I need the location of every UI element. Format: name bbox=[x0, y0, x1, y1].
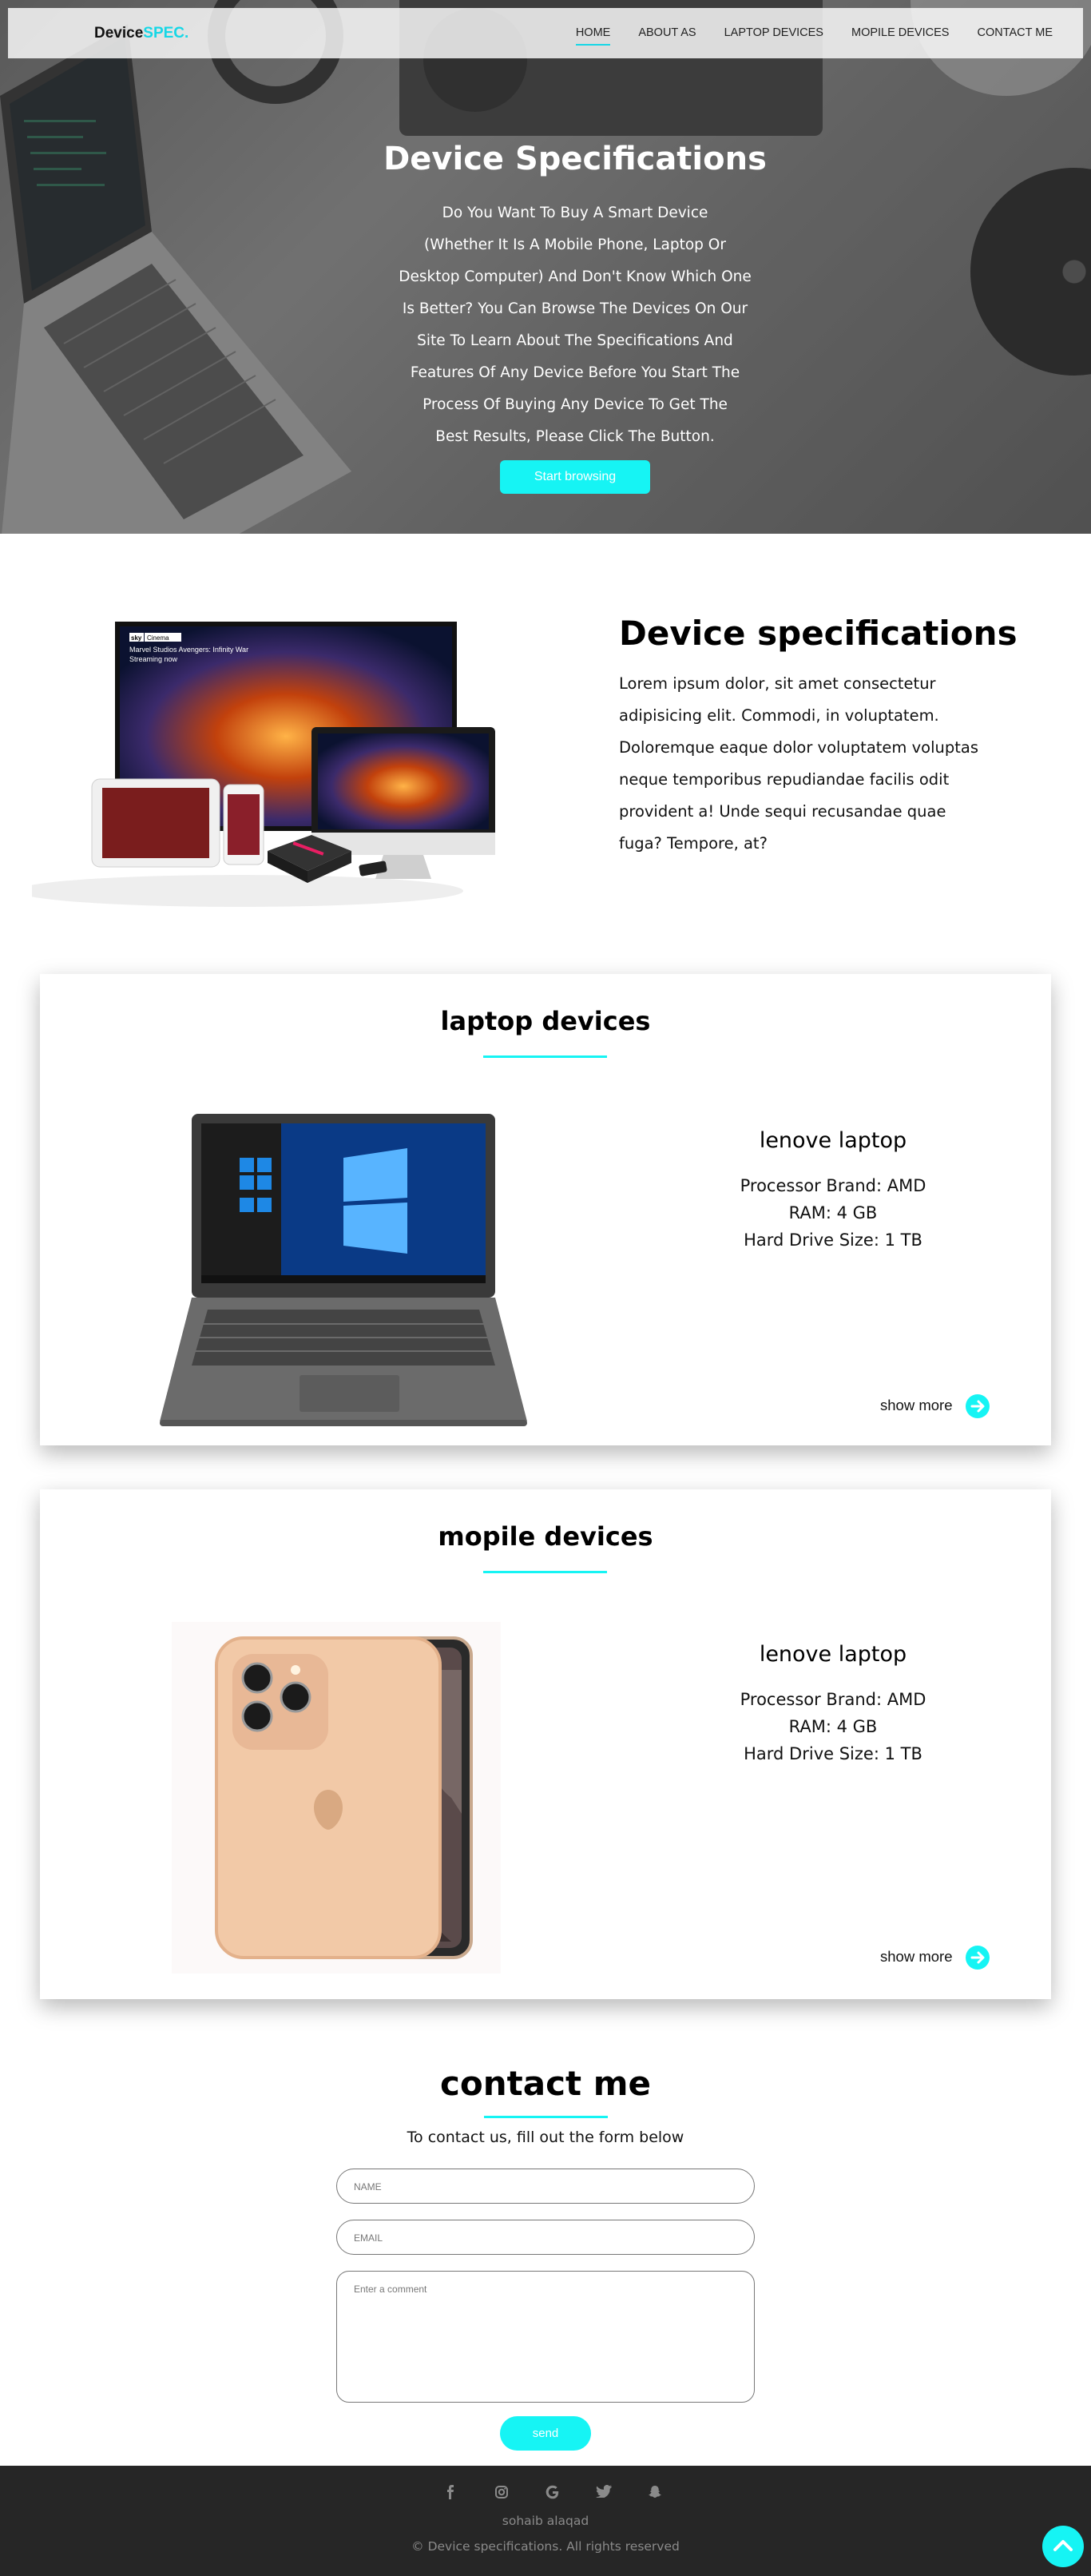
instagram-icon[interactable] bbox=[476, 2485, 527, 2503]
navbar: DeviceSPEC. HOME ABOUT AS LAPTOP DEVICES… bbox=[8, 8, 1083, 58]
mobile-title-underline bbox=[483, 1571, 607, 1573]
contact-title-underline bbox=[484, 2116, 608, 2118]
google-icon[interactable] bbox=[527, 2485, 578, 2503]
footer-copyright: © Device specifications. All rights rese… bbox=[411, 2539, 680, 2554]
image-caption-tag: Cinema bbox=[147, 634, 169, 642]
hero-title: Device Specifications bbox=[383, 141, 767, 177]
nav-contact[interactable]: CONTACT ME bbox=[977, 26, 1053, 46]
send-button[interactable]: send bbox=[500, 2416, 591, 2451]
hero-description: Do You Want To Buy A Smart Device (Wheth… bbox=[399, 205, 752, 445]
laptop-spec-processor: Processor Brand: AMD bbox=[740, 1176, 926, 1195]
comment-textarea[interactable]: Enter a comment bbox=[336, 2271, 755, 2403]
laptop-devices-card: laptop devices lenove laptop Processor B… bbox=[40, 974, 1051, 1445]
scroll-to-top-button[interactable] bbox=[1042, 2526, 1084, 2567]
mobile-device-name: lenove laptop bbox=[759, 1642, 907, 1667]
phone-image bbox=[172, 1622, 501, 1974]
mobile-spec-processor: Processor Brand: AMD bbox=[740, 1690, 926, 1709]
chevron-up-icon bbox=[1053, 2540, 1073, 2551]
image-caption-brand: sky bbox=[131, 634, 142, 642]
mobile-show-more-link[interactable]: show more bbox=[880, 1948, 952, 1966]
social-links bbox=[425, 2485, 680, 2503]
about-description: Lorem ipsum dolor, sit amet consectetur … bbox=[619, 674, 978, 853]
footer: sohaib alaqad © Device specifications. A… bbox=[0, 2466, 1091, 2576]
image-caption-line2: Streaming now bbox=[129, 655, 178, 663]
mobile-devices-card: mopile devices lenove laptop Processor B… bbox=[40, 1489, 1051, 1999]
about-title: Device specifications bbox=[619, 614, 1018, 653]
footer-author: sohaib alaqad bbox=[502, 2514, 589, 2528]
mobile-section-title: mopile devices bbox=[438, 1521, 653, 1552]
devices-showcase-image: sky Cinema Marvel Studios Avengers: Infi… bbox=[32, 622, 495, 907]
snapchat-icon[interactable] bbox=[629, 2485, 680, 2503]
laptop-spec-ram: RAM: 4 GB bbox=[788, 1203, 878, 1222]
nav-mobile-devices[interactable]: MOPILE DEVICES bbox=[851, 26, 949, 46]
nav-about[interactable]: ABOUT AS bbox=[638, 26, 696, 46]
name-field[interactable]: NAME bbox=[336, 2169, 755, 2204]
contact-subtitle: To contact us, fill out the form below bbox=[407, 2129, 684, 2146]
mobile-spec-storage: Hard Drive Size: 1 TB bbox=[744, 1744, 922, 1763]
brand-logo[interactable]: DeviceSPEC. bbox=[94, 25, 188, 42]
facebook-icon[interactable] bbox=[425, 2485, 476, 2503]
nav-home[interactable]: HOME bbox=[575, 26, 611, 46]
twitter-icon[interactable] bbox=[578, 2485, 629, 2503]
arrow-right-icon[interactable] bbox=[966, 1394, 990, 1418]
contact-title: contact me bbox=[440, 2064, 651, 2103]
email-field[interactable]: EMAIL bbox=[336, 2220, 755, 2255]
arrow-right-icon[interactable] bbox=[966, 1946, 990, 1970]
laptop-show-more-link[interactable]: show more bbox=[880, 1397, 952, 1414]
laptop-image bbox=[160, 1114, 527, 1426]
image-caption-line1: Marvel Studios Avengers: Infinity War bbox=[129, 646, 248, 654]
laptop-title-underline bbox=[483, 1055, 607, 1058]
hero-section: Device Specifications Do You Want To Buy… bbox=[0, 0, 1091, 534]
laptop-device-name: lenove laptop bbox=[759, 1128, 907, 1153]
nav-laptop-devices[interactable]: LAPTOP DEVICES bbox=[724, 26, 823, 46]
start-browsing-button[interactable]: Start browsing bbox=[500, 460, 650, 494]
laptop-spec-storage: Hard Drive Size: 1 TB bbox=[744, 1230, 922, 1250]
mobile-spec-ram: RAM: 4 GB bbox=[788, 1717, 878, 1736]
laptop-section-title: laptop devices bbox=[440, 1006, 651, 1036]
nav-menu: HOME ABOUT AS LAPTOP DEVICES MOPILE DEVI… bbox=[548, 26, 1053, 46]
